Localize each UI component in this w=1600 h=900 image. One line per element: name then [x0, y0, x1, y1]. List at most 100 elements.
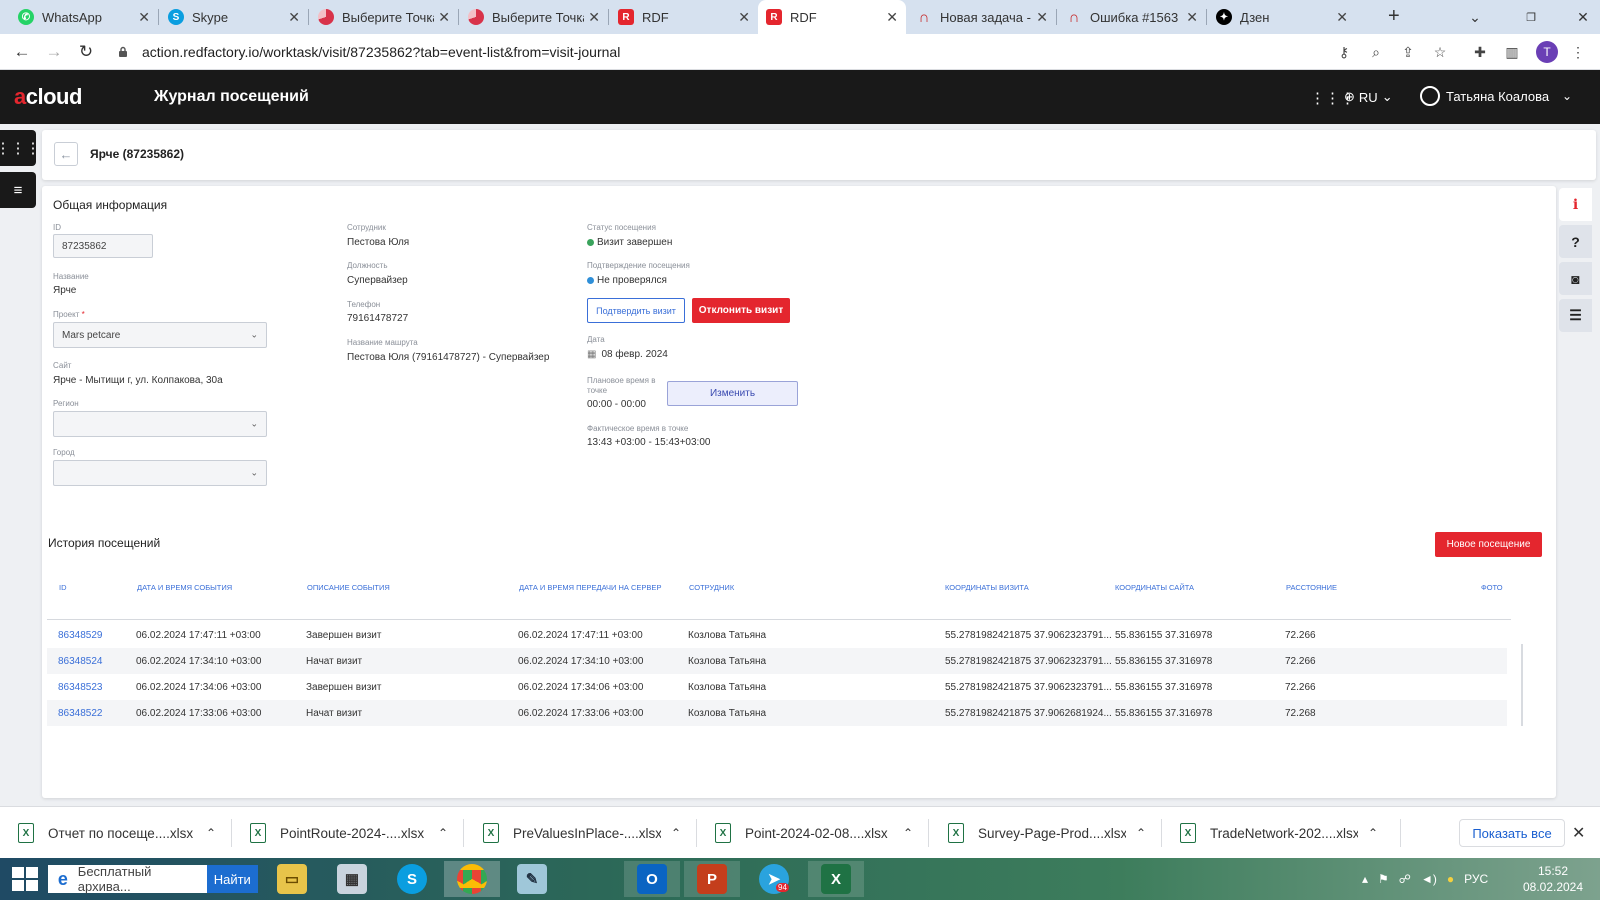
close-tab-icon[interactable]: ✕	[588, 9, 600, 26]
column-header-id[interactable]: ID	[59, 583, 67, 592]
close-tab-icon[interactable]: ✕	[738, 9, 750, 26]
browser-tab[interactable]: Выберите Точка ✕	[310, 0, 458, 34]
browser-tab[interactable]: Выберите Точка ✕	[460, 0, 608, 34]
windows-start-icon[interactable]	[12, 867, 38, 891]
taskbar-search-button[interactable]: Найти	[206, 865, 259, 893]
close-tab-icon[interactable]: ✕	[1036, 9, 1048, 26]
browser-tab[interactable]: S Skype ✕	[160, 0, 308, 34]
download-item[interactable]: X Survey-Page-Prod....xlsx ⌃	[930, 807, 1158, 859]
share-icon[interactable]: ⇪	[1398, 42, 1418, 62]
table-row[interactable]: 86348523 06.02.2024 17:34:06 +03:00 Заве…	[47, 674, 1507, 700]
chevron-up-icon[interactable]: ⌃	[671, 826, 681, 840]
help-button[interactable]: ?	[1559, 225, 1592, 258]
browser-tab[interactable]: ✆ WhatsApp ✕	[10, 0, 158, 34]
bookmark-star-icon[interactable]: ☆	[1430, 42, 1450, 62]
key-icon[interactable]: ⚷	[1334, 42, 1354, 62]
download-item[interactable]: X PointRoute-2024-....xlsx ⌃	[232, 807, 460, 859]
region-select[interactable]: ⌄	[53, 411, 267, 437]
language-switcher[interactable]: ⊕ RU ⌄	[1344, 89, 1393, 105]
volume-icon[interactable]: ◄)	[1421, 872, 1437, 886]
keyboard-language[interactable]: РУС	[1464, 872, 1488, 886]
close-window-icon[interactable]: ✕	[1566, 0, 1600, 34]
taskbar-telegram[interactable]: ➤ 94	[746, 861, 802, 897]
close-tab-icon[interactable]: ✕	[886, 9, 898, 26]
tab-search-chevron-icon[interactable]: ⌄	[1458, 0, 1492, 34]
taskbar-powerpoint[interactable]: P	[684, 861, 740, 897]
taskbar-calculator[interactable]: ▦	[324, 861, 380, 897]
user-menu[interactable]: Татьяна Коалова	[1420, 86, 1549, 106]
taskbar-outlook[interactable]: O	[624, 861, 680, 897]
column-header-description[interactable]: Описание события	[307, 583, 390, 592]
chevron-up-icon[interactable]: ⌃	[438, 826, 448, 840]
download-item[interactable]: X Point-2024-02-08....xlsx ⌃	[697, 807, 925, 859]
taskbar-search-input[interactable]: Бесплатный архива...	[78, 864, 207, 894]
forward-arrow-icon[interactable]: →	[42, 40, 66, 64]
taskbar-chrome[interactable]	[444, 861, 500, 897]
close-tab-icon[interactable]: ✕	[438, 9, 450, 26]
confirm-visit-button[interactable]: Подтвердить визит	[587, 298, 685, 323]
network-icon[interactable]: ☍	[1399, 872, 1411, 886]
tray-up-arrow-icon[interactable]: ▴	[1362, 872, 1368, 886]
column-header-server-time[interactable]: Дата и время передачи на сервер	[519, 583, 661, 592]
close-tab-icon[interactable]: ✕	[1336, 9, 1348, 26]
show-all-downloads-button[interactable]: Показать все	[1459, 819, 1565, 847]
browser-menu-icon[interactable]: ⋮	[1568, 42, 1588, 62]
back-button[interactable]: ←	[54, 142, 78, 166]
close-tab-icon[interactable]: ✕	[288, 9, 300, 26]
system-clock[interactable]: 15:52 08.02.2024	[1508, 863, 1598, 895]
project-select[interactable]: Mars petcare ⌄	[53, 322, 267, 348]
zoom-icon[interactable]: ⌕	[1366, 42, 1386, 62]
info-button[interactable]: i	[1559, 188, 1592, 221]
menu-button[interactable]: ≡	[0, 172, 36, 208]
row-id-link[interactable]: 86348522	[58, 708, 103, 719]
taskbar-excel[interactable]: X	[808, 861, 864, 897]
column-header-site-coords[interactable]: Координаты сайта	[1115, 583, 1194, 592]
url-input[interactable]: action.redfactory.io/worktask/visit/8723…	[142, 40, 620, 64]
side-panel-icon[interactable]: ▥	[1502, 42, 1522, 62]
table-row[interactable]: 86348524 06.02.2024 17:34:10 +03:00 Нача…	[47, 648, 1507, 674]
table-row[interactable]: 86348522 06.02.2024 17:33:06 +03:00 Нача…	[47, 700, 1507, 726]
change-time-button[interactable]: Изменить	[667, 381, 798, 406]
city-select[interactable]: ⌄	[53, 460, 267, 486]
camera-button[interactable]: ◙	[1559, 262, 1592, 295]
column-header-employee[interactable]: Сотрудник	[689, 583, 734, 592]
column-header-distance[interactable]: Расстояние	[1286, 583, 1337, 592]
browser-tab-active[interactable]: R RDF ✕	[758, 0, 906, 34]
flag-icon[interactable]: ⚑	[1378, 872, 1389, 886]
acloud-logo[interactable]: acloud	[14, 84, 82, 110]
download-item[interactable]: X PreValuesInPlace-....xlsx ⌃	[465, 807, 693, 859]
browser-tab[interactable]: R RDF ✕	[610, 0, 758, 34]
chevron-up-icon[interactable]: ⌃	[1136, 826, 1146, 840]
taskbar-search[interactable]: e Бесплатный архива... Найти	[48, 864, 259, 894]
taskbar-skype[interactable]: S	[384, 861, 440, 897]
column-header-photo[interactable]: Фото	[1481, 583, 1503, 592]
security-shield-icon[interactable]: ●	[1447, 872, 1454, 886]
taskbar-explorer[interactable]: ▭	[264, 861, 320, 897]
row-id-link[interactable]: 86348523	[58, 682, 103, 693]
chevron-up-icon[interactable]: ⌃	[206, 826, 216, 840]
browser-tab[interactable]: ∩ Ошибка #1563 ✕	[1058, 0, 1206, 34]
row-id-link[interactable]: 86348529	[58, 630, 103, 641]
close-tab-icon[interactable]: ✕	[1186, 9, 1198, 26]
reload-icon[interactable]: ↻	[74, 40, 98, 64]
column-header-visit-coords[interactable]: Координаты визита	[945, 583, 1029, 592]
table-row[interactable]: 86348529 06.02.2024 17:47:11 +03:00 Заве…	[47, 622, 1507, 648]
extensions-puzzle-icon[interactable]: ✚	[1470, 42, 1490, 62]
chevron-down-icon[interactable]: ⌄	[1562, 89, 1572, 103]
list-button[interactable]: ☰	[1559, 299, 1592, 332]
restore-window-icon[interactable]: ❐	[1514, 0, 1548, 34]
new-visit-button[interactable]: Новое посещение	[1435, 532, 1542, 557]
new-tab-plus-icon[interactable]: +	[1388, 5, 1400, 28]
download-item[interactable]: X TradeNetwork-202....xlsx ⌃	[1162, 807, 1390, 859]
download-item[interactable]: X Отчет по посеще....xlsx ⌃	[0, 807, 228, 859]
taskbar-notes[interactable]: ✎	[504, 861, 560, 897]
close-downloads-icon[interactable]: ✕	[1572, 823, 1585, 843]
close-tab-icon[interactable]: ✕	[138, 9, 150, 26]
chevron-up-icon[interactable]: ⌃	[903, 826, 913, 840]
column-header-event-time[interactable]: Дата и время события	[137, 583, 232, 592]
apps-grid-button[interactable]: ⋮⋮⋮	[0, 130, 41, 166]
chevron-up-icon[interactable]: ⌃	[1368, 826, 1378, 840]
profile-avatar[interactable]: T	[1536, 41, 1558, 63]
reject-visit-button[interactable]: Отклонить визит	[692, 298, 790, 323]
browser-tab[interactable]: ∩ Новая задача - ✕	[908, 0, 1056, 34]
